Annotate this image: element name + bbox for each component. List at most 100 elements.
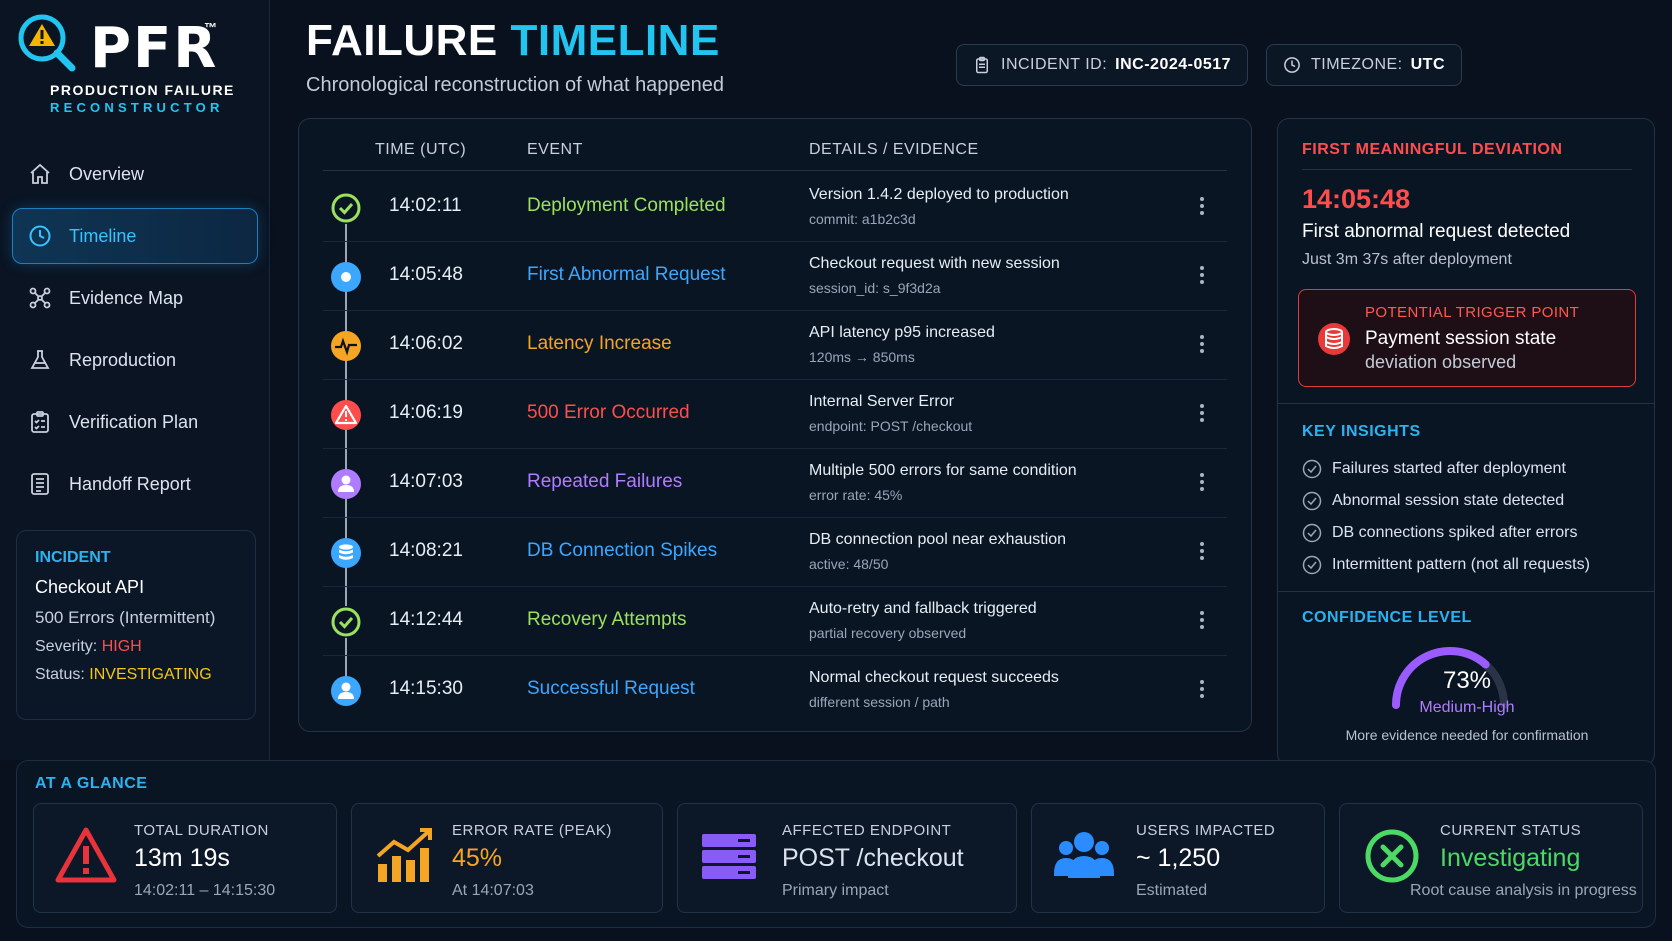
checklist-icon xyxy=(27,409,53,435)
sidebar-item-label: Overview xyxy=(69,163,145,184)
incident-id-label: INCIDENT ID: xyxy=(1001,56,1108,73)
sidebar-item-verification-plan[interactable]: Verification Plan xyxy=(12,394,258,450)
more-options-icon[interactable] xyxy=(1197,471,1207,495)
alert-triangle-icon xyxy=(55,827,117,883)
check-circle-icon xyxy=(330,192,362,224)
trigger-line1: Payment session state xyxy=(1365,328,1557,349)
glance-value: Investigating xyxy=(1440,844,1581,872)
user-icon xyxy=(330,468,362,500)
deviation-heading: FIRST MEANINGFUL DEVIATION xyxy=(1302,141,1632,170)
insight-item: DB connections spiked after errors xyxy=(1302,517,1632,549)
sidebar-item-label: Verification Plan xyxy=(69,411,199,432)
incident-name: Checkout API xyxy=(35,577,145,597)
glance-card-error-rate[interactable]: ERROR RATE (PEAK) 45% At 14:07:03 xyxy=(351,803,663,913)
page-title-part2: TIMELINE xyxy=(510,16,720,65)
table-row[interactable]: 14:05:48 First Abnormal Request Checkout… xyxy=(323,242,1227,311)
check-circle-icon xyxy=(1302,459,1322,479)
more-options-icon[interactable] xyxy=(1197,333,1207,357)
glance-sub: 14:02:11 – 14:15:30 xyxy=(134,882,276,899)
brand-name: PFR xyxy=(90,16,219,81)
check-circle-icon xyxy=(1302,491,1322,511)
trigger-card[interactable]: POTENTIAL TRIGGER POINT Payment session … xyxy=(1298,289,1636,387)
event-time: 14:15:30 xyxy=(389,678,463,699)
divider xyxy=(1278,591,1654,592)
event-detail: Auto-retry and fallback triggered xyxy=(809,600,1037,617)
sidebar: PFR ™ PRODUCTION FAILURE RECONSTRUCTOR O… xyxy=(0,0,270,760)
warning-icon xyxy=(330,399,362,431)
event-time: 14:02:11 xyxy=(389,195,462,216)
table-row[interactable]: 14:06:02 Latency Increase API latency p9… xyxy=(323,311,1227,380)
trigger-heading: POTENTIAL TRIGGER POINT xyxy=(1365,304,1580,321)
more-options-icon[interactable] xyxy=(1197,678,1207,702)
sidebar-nav: Overview Timeline Evidence Map Reproduct… xyxy=(12,146,258,518)
glance-card-status[interactable]: CURRENT STATUS Investigating Root cause … xyxy=(1339,803,1643,913)
sidebar-item-handoff-report[interactable]: Handoff Report xyxy=(12,456,258,512)
event-name: 500 Error Occurred xyxy=(527,402,690,423)
table-row[interactable]: 14:08:21 DB Connection Spikes DB connect… xyxy=(323,518,1227,587)
insights-panel: FIRST MEANINGFUL DEVIATION 14:05:48 Firs… xyxy=(1277,118,1655,766)
timezone-label: TIMEZONE: xyxy=(1311,56,1403,73)
sidebar-item-timeline[interactable]: Timeline xyxy=(12,208,258,264)
sidebar-item-overview[interactable]: Overview xyxy=(12,146,258,202)
incident-id-value: INC-2024-0517 xyxy=(1115,56,1232,73)
incident-summary: 500 Errors (Intermittent) xyxy=(35,608,216,627)
check-circle-icon xyxy=(330,606,362,638)
sidebar-item-evidence-map[interactable]: Evidence Map xyxy=(12,270,258,326)
event-name: Deployment Completed xyxy=(527,195,726,216)
key-insights: KEY INSIGHTS Failures started after depl… xyxy=(1302,423,1632,581)
more-options-icon[interactable] xyxy=(1197,609,1207,633)
table-row[interactable]: 14:15:30 Successful Request Normal check… xyxy=(323,656,1227,725)
glance-card-users[interactable]: USERS IMPACTED ~ 1,250 Estimated xyxy=(1031,803,1325,913)
table-row[interactable]: 14:07:03 Repeated Failures Multiple 500 … xyxy=(323,449,1227,518)
event-time: 14:07:03 xyxy=(389,471,463,492)
confidence-value: 73% xyxy=(1442,667,1492,694)
check-circle-icon xyxy=(1302,555,1322,575)
glance-card-duration[interactable]: TOTAL DURATION 13m 19s 14:02:11 – 14:15:… xyxy=(33,803,337,913)
glance-sub: Primary impact xyxy=(782,882,889,899)
incident-heading: INCIDENT xyxy=(35,549,111,566)
event-time: 14:06:02 xyxy=(389,333,463,354)
magnifier-warning-icon xyxy=(18,14,76,72)
event-evidence: session_id: s_9f3d2a xyxy=(809,280,941,296)
event-evidence: commit: a1b2c3d xyxy=(809,211,916,227)
status-label: Status: xyxy=(35,666,85,683)
sidebar-item-label: Evidence Map xyxy=(69,287,184,308)
event-evidence: partial recovery observed xyxy=(809,625,967,641)
col-details: DETAILS / EVIDENCE xyxy=(809,141,979,158)
event-evidence: endpoint: POST /checkout xyxy=(809,418,973,434)
home-icon xyxy=(27,161,53,187)
table-row[interactable]: 14:12:44 Recovery Attempts Auto-retry an… xyxy=(323,587,1227,656)
table-row[interactable]: 14:06:19 500 Error Occurred Internal Ser… xyxy=(323,380,1227,449)
insight-text: Intermittent pattern (not all requests) xyxy=(1332,556,1590,573)
event-detail: Internal Server Error xyxy=(809,393,954,410)
users-icon xyxy=(1054,832,1114,878)
more-options-icon[interactable] xyxy=(1197,264,1207,288)
page-subtitle: Chronological reconstruction of what hap… xyxy=(306,74,725,96)
sidebar-item-reproduction[interactable]: Reproduction xyxy=(12,332,258,388)
logo[interactable]: PFR ™ PRODUCTION FAILURE RECONSTRUCTOR xyxy=(16,12,256,122)
more-options-icon[interactable] xyxy=(1197,195,1207,219)
confidence-label: Medium-High xyxy=(1419,699,1515,716)
sidebar-item-label: Reproduction xyxy=(69,349,177,370)
bar-chart-up-icon xyxy=(376,828,432,882)
at-a-glance: AT A GLANCE TOTAL DURATION 13m 19s 14:02… xyxy=(16,760,1656,928)
sidebar-item-label: Handoff Report xyxy=(69,473,191,494)
more-options-icon[interactable] xyxy=(1197,402,1207,426)
event-time: 14:12:44 xyxy=(389,609,463,630)
event-time: 14:06:19 xyxy=(389,402,463,423)
severity-label: Severity: xyxy=(35,638,98,655)
incident-id-pill[interactable]: INCIDENT ID: INC-2024-0517 xyxy=(956,44,1249,86)
more-options-icon[interactable] xyxy=(1197,540,1207,564)
glance-value: POST /checkout xyxy=(782,844,964,872)
glance-label-main: ERROR RATE xyxy=(452,822,555,839)
glance-label: AFFECTED ENDPOINT xyxy=(782,822,952,839)
table-row[interactable]: 14:02:11 Deployment Completed Version 1.… xyxy=(323,173,1227,242)
insight-item: Abnormal session state detected xyxy=(1302,485,1632,517)
clock-icon xyxy=(27,223,53,249)
event-name: DB Connection Spikes xyxy=(527,540,718,561)
event-detail: Multiple 500 errors for same condition xyxy=(809,462,1077,479)
timezone-pill[interactable]: TIMEZONE: UTC xyxy=(1266,44,1462,86)
event-detail: Checkout request with new session xyxy=(809,255,1060,272)
glance-card-endpoint[interactable]: AFFECTED ENDPOINT POST /checkout Primary… xyxy=(677,803,1017,913)
incident-card: INCIDENT Checkout API 500 Errors (Interm… xyxy=(16,530,256,720)
